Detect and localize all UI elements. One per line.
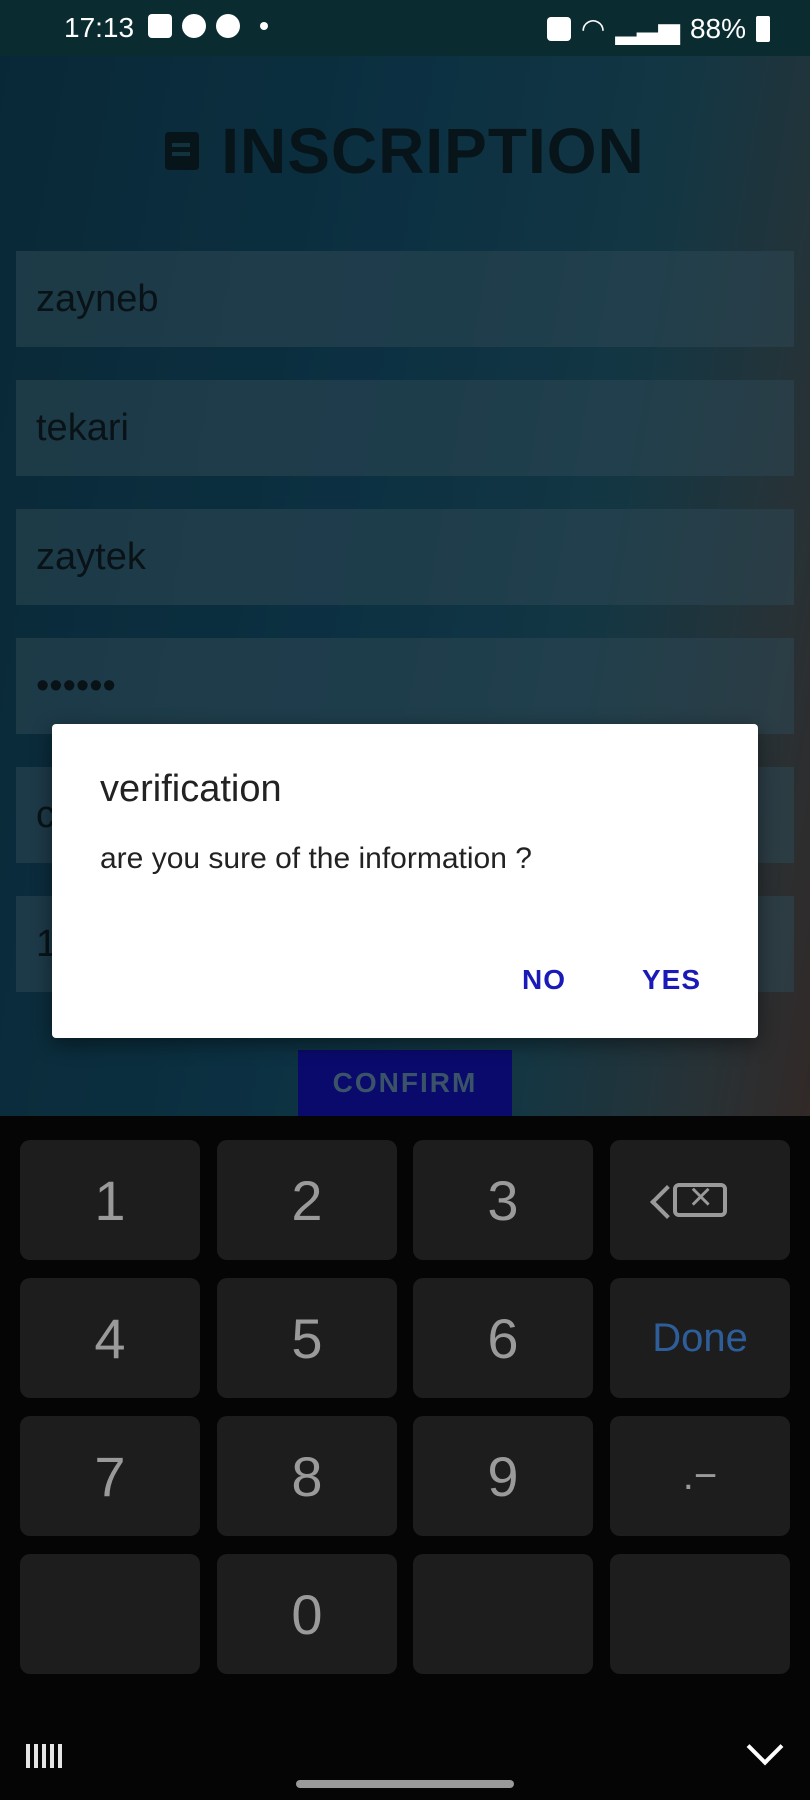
data-saver-icon xyxy=(546,16,571,41)
blank-key-left xyxy=(20,1554,200,1674)
status-right: ◠ ▂▃▅ 88% xyxy=(546,12,770,45)
more-notifications-icon xyxy=(260,22,268,30)
battery-icon xyxy=(756,15,770,42)
home-indicator[interactable] xyxy=(296,1780,514,1788)
key-1[interactable]: 1 xyxy=(20,1140,200,1260)
messenger-icon xyxy=(216,14,240,38)
blank-key-right xyxy=(610,1554,790,1674)
key-2[interactable]: 2 xyxy=(217,1140,397,1260)
signal-icon: ▂▃▅ xyxy=(615,13,680,44)
status-bar: 17:13 ◠ ▂▃▅ 88% xyxy=(0,0,810,56)
key-4[interactable]: 4 xyxy=(20,1278,200,1398)
battery-level: 88% xyxy=(689,12,746,44)
no-button[interactable]: NO xyxy=(522,964,566,996)
keyboard-switch-icon[interactable] xyxy=(26,1744,64,1768)
verification-dialog: verification are you sure of the informa… xyxy=(52,724,758,1038)
status-time: 17:13 xyxy=(64,12,135,43)
key-9[interactable]: 9 xyxy=(413,1416,593,1536)
key-7[interactable]: 7 xyxy=(20,1416,200,1536)
facebook-icon xyxy=(182,14,206,38)
notification-icons xyxy=(148,14,268,38)
symbol-key[interactable]: .− xyxy=(610,1416,790,1536)
dialog-title: verification xyxy=(100,768,282,810)
blank-key-mid xyxy=(413,1554,593,1674)
key-0[interactable]: 0 xyxy=(217,1554,397,1674)
key-5[interactable]: 5 xyxy=(217,1278,397,1398)
yes-button[interactable]: YES xyxy=(642,964,701,996)
wifi-icon: ◠ xyxy=(580,13,606,44)
key-6[interactable]: 6 xyxy=(413,1278,593,1398)
key-3[interactable]: 3 xyxy=(413,1140,593,1260)
dialog-message: are you sure of the information ? xyxy=(100,842,532,875)
backspace-icon xyxy=(673,1175,727,1220)
backspace-key[interactable] xyxy=(610,1140,790,1260)
gallery-icon xyxy=(148,14,172,38)
key-8[interactable]: 8 xyxy=(217,1416,397,1536)
done-key[interactable]: Done xyxy=(610,1278,790,1398)
